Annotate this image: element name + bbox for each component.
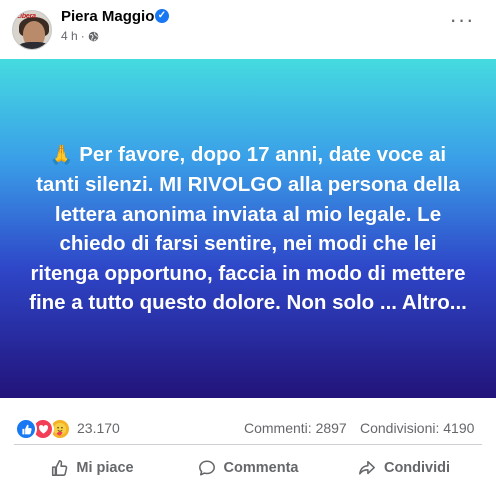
reaction-icons[interactable] [15,418,71,440]
divider [14,444,482,445]
reactions-count[interactable]: 23.170 [77,420,120,436]
like-button-label: Mi piace [76,460,134,476]
post-text-container: 🙏 Per favore, dopo 17 anni, date voce ai… [28,140,468,318]
pray-emoji-icon: 🙏 [49,144,74,166]
like-icon [15,418,37,440]
post-text: Per favore, dopo 17 anni, date voce ai t… [29,142,467,315]
avatar-clothing [17,42,51,49]
more-options-icon[interactable]: ··· [448,9,476,38]
comment-button[interactable]: Commenta [170,449,326,487]
post-timestamp[interactable]: 4 h · [61,29,99,43]
separator-dot: · [80,29,85,43]
like-button[interactable]: Mi piace [14,449,170,487]
share-button[interactable]: Condividi [326,449,482,487]
comment-bubble-icon [198,460,215,476]
post-time[interactable]: 4 h [61,29,78,43]
share-button-label: Condividi [383,460,451,476]
verified-badge-icon: ✓ [155,9,169,23]
author-name[interactable]: Piera Maggio [61,8,154,25]
globe-icon [88,31,98,41]
avatar[interactable]: Libera [12,10,52,50]
shares-count[interactable]: Condivisioni: 4190 [360,420,474,436]
comments-count[interactable]: Commenti: 2897 [244,420,347,436]
post-background-card: 🙏 Per favore, dopo 17 anni, date voce ai… [0,59,496,398]
post-stats: 23.170 Commenti: 2897 Condivisioni: 4190 [0,412,496,440]
action-bar: Mi piace Commenta Condividi [14,449,482,487]
post-header: Libera Piera Maggio ✓ 4 h · ··· [0,0,496,58]
comment-button-label: Commenta [223,460,299,476]
avatar-logo-text: Libera [16,13,36,20]
share-arrow-icon [359,460,375,475]
thumbs-up-icon [52,460,68,476]
